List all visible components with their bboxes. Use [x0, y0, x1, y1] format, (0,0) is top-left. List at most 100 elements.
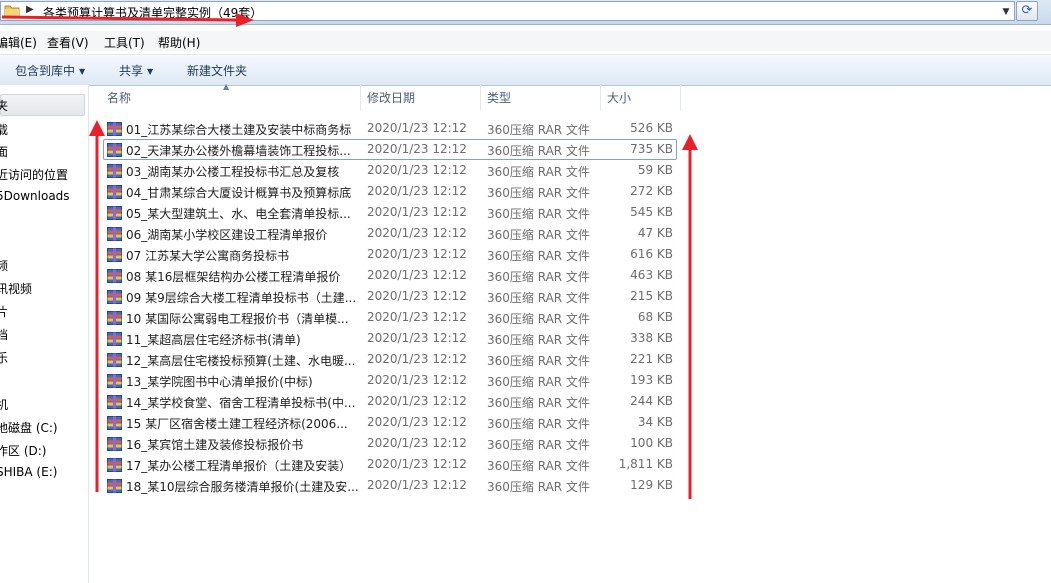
file-row[interactable]: 12_某高层住宅楼投标预算(土建、水电暖... 2020/1/23 12:12 36… [103, 349, 677, 370]
nav-item-favorites[interactable]: 夹 [0, 97, 8, 114]
file-row[interactable]: 13_某学院图书中心清单报价(中标) 2020/1/23 12:12 360压缩 R… [103, 370, 677, 391]
rar-archive-icon [107, 227, 122, 241]
include-in-library-button[interactable]: 包含到库中 ▼ [15, 62, 85, 79]
file-modified-date: 2020/1/23 12:12 [367, 289, 467, 303]
rar-archive-icon [107, 311, 122, 325]
chevron-down-icon: ▼ [147, 67, 154, 76]
file-modified-date: 2020/1/23 12:12 [367, 457, 467, 471]
file-row[interactable]: 18_某10层综合服务楼清单报价(土建及安... 2020/1/23 12:12 3… [103, 475, 677, 496]
file-name: 14_某学校食堂、宿舍工程清单投标书(中... [126, 396, 356, 410]
file-name: 15 某厂区宿舍楼土建工程经济标(2006... [126, 417, 348, 431]
file-modified-date: 2020/1/23 12:12 [367, 184, 467, 198]
menu-bar: 编辑(E) 查看(V) 工具(T) 帮助(H) [0, 31, 1051, 51]
file-size: 338 KB [630, 331, 673, 345]
file-row[interactable]: 16_某宾馆土建及装修投标报价书 2020/1/23 12:12 360压缩 RAR… [103, 433, 677, 454]
menu-view[interactable]: 查看(V) [47, 34, 89, 51]
file-row[interactable]: 17_某办公楼工程清单报价（土建及安装） 2020/1/23 12:12 360压缩… [103, 454, 677, 475]
rar-archive-icon [107, 185, 122, 199]
menu-tools[interactable]: 工具(T) [104, 34, 145, 51]
breadcrumb-arrow-icon[interactable]: ▶ [26, 4, 34, 15]
rar-archive-icon [107, 458, 122, 472]
navigation-pane: 夹 载 面 近访问的位置 5Downloads 频 讯视频 片 档 乐 机 地磁… [0, 85, 89, 583]
file-modified-date: 2020/1/23 12:12 [367, 478, 467, 492]
address-box[interactable]: ▶ 各类预算计算书及清单完整实例（49套） ▼ [0, 1, 1015, 21]
file-row[interactable]: 05_某大型建筑土、水、电全套清单投标... 2020/1/23 12:12 360… [103, 202, 677, 223]
file-row[interactable]: 04_甘肃某综合大厦设计概算书及预算标底 2020/1/23 12:12 360压缩… [103, 181, 677, 202]
file-type: 360压缩 RAR 文件 [487, 228, 590, 242]
column-header-type[interactable]: 类型 [481, 85, 601, 111]
nav-item-documents[interactable]: 档 [0, 326, 8, 343]
nav-item-drive-e[interactable]: SHIBA (E:) [0, 465, 57, 479]
column-header-size[interactable]: 大小 [601, 85, 681, 111]
column-header-name[interactable]: 名称 [101, 85, 361, 111]
rar-archive-icon [107, 332, 122, 346]
file-name: 16_某宾馆土建及装修投标报价书 [126, 438, 304, 452]
file-size: 193 KB [630, 373, 673, 387]
address-dropdown-icon[interactable]: ▼ [999, 5, 1013, 19]
nav-item-recent-places[interactable]: 近访问的位置 [0, 166, 68, 183]
file-row[interactable]: 02_天津某办公楼外檐幕墙装饰工程投标... 2020/1/23 12:12 360… [103, 139, 677, 160]
file-size: 100 KB [630, 436, 673, 450]
breadcrumb-current-folder[interactable]: 各类预算计算书及清单完整实例（49套） [43, 4, 262, 21]
share-button[interactable]: 共享 ▼ [119, 62, 153, 79]
nav-item-drive-d[interactable]: 作区 (D:) [0, 442, 46, 459]
file-type: 360压缩 RAR 文件 [487, 165, 590, 179]
nav-item-360downloads[interactable]: 5Downloads [0, 189, 70, 203]
rar-archive-icon [107, 290, 122, 304]
file-modified-date: 2020/1/23 12:12 [367, 373, 467, 387]
file-size: 735 KB [630, 142, 673, 156]
nav-item-videos[interactable]: 频 [0, 257, 8, 274]
file-type: 360压缩 RAR 文件 [487, 312, 590, 326]
file-row[interactable]: 10 某国际公寓弱电工程报价书（清单模... 2020/1/23 12:12 360… [103, 307, 677, 328]
file-type: 360压缩 RAR 文件 [487, 144, 590, 158]
file-row[interactable]: 09 某9层综合大楼工程清单投标书（土建... 2020/1/23 12:12 36… [103, 286, 677, 307]
nav-item-music[interactable]: 乐 [0, 349, 8, 366]
file-name: 04_甘肃某综合大厦设计概算书及预算标底 [126, 186, 352, 200]
file-row[interactable]: 03_湖南某办公楼工程投标书汇总及复核 2020/1/23 12:12 360压缩 … [103, 160, 677, 181]
address-bar: ▶ 各类预算计算书及清单完整实例（49套） ▼ ⟳ [0, 0, 1051, 25]
file-name: 13_某学院图书中心清单报价(中标) [126, 375, 313, 389]
file-type: 360压缩 RAR 文件 [487, 291, 590, 305]
file-modified-date: 2020/1/23 12:12 [367, 310, 467, 324]
rar-archive-icon [107, 395, 122, 409]
file-size: 545 KB [630, 205, 673, 219]
file-name: 12_某高层住宅楼投标预算(土建、水电暖... [126, 354, 356, 368]
rar-archive-icon [107, 164, 122, 178]
file-type: 360压缩 RAR 文件 [487, 123, 590, 137]
file-size: 616 KB [630, 247, 673, 261]
new-folder-button[interactable]: 新建文件夹 [187, 62, 247, 79]
file-name: 06_湖南某小学校区建设工程清单报价 [126, 228, 328, 242]
file-type: 360压缩 RAR 文件 [487, 459, 590, 473]
nav-item-downloads[interactable]: 载 [0, 121, 8, 138]
file-modified-date: 2020/1/23 12:12 [367, 142, 467, 156]
file-row[interactable]: 06_湖南某小学校区建设工程清单报价 2020/1/23 12:12 360压缩 R… [103, 223, 677, 244]
file-row[interactable]: 14_某学校食堂、宿舍工程清单投标书(中... 2020/1/23 12:12 36… [103, 391, 677, 412]
file-row[interactable]: 08 某16层框架结构办公楼工程清单报价 2020/1/23 12:12 360压缩… [103, 265, 677, 286]
file-row[interactable]: 15 某厂区宿舍楼土建工程经济标(2006... 2020/1/23 12:12 3… [103, 412, 677, 433]
menu-edit[interactable]: 编辑(E) [0, 34, 37, 51]
file-type: 360压缩 RAR 文件 [487, 333, 590, 347]
rar-archive-icon [107, 269, 122, 283]
chevron-down-icon: ▼ [79, 67, 86, 76]
nav-item-pictures[interactable]: 片 [0, 303, 8, 320]
file-name: 17_某办公楼工程清单报价（土建及安装） [126, 459, 352, 473]
column-header-date[interactable]: 修改日期 [361, 85, 481, 111]
refresh-button[interactable]: ⟳ [1016, 1, 1038, 21]
file-row[interactable]: 07 江苏某大学公寓商务投标书 2020/1/23 12:12 360压缩 RAR … [103, 244, 677, 265]
file-modified-date: 2020/1/23 12:12 [367, 205, 467, 219]
file-modified-date: 2020/1/23 12:12 [367, 163, 467, 177]
file-name: 08 某16层框架结构办公楼工程清单报价 [126, 270, 341, 284]
file-name: 03_湖南某办公楼工程投标书汇总及复核 [126, 165, 340, 179]
file-size: 272 KB [630, 184, 673, 198]
menu-help[interactable]: 帮助(H) [158, 34, 200, 51]
file-row[interactable]: 01_江苏某综合大楼土建及安装中标商务标 2020/1/23 12:12 360压缩… [103, 118, 677, 139]
file-modified-date: 2020/1/23 12:12 [367, 436, 467, 450]
nav-item-desktop[interactable]: 面 [0, 143, 8, 160]
nav-item-computer[interactable]: 机 [0, 396, 8, 413]
nav-item-tencent-video[interactable]: 讯视频 [0, 280, 32, 297]
file-modified-date: 2020/1/23 12:12 [367, 247, 467, 261]
rar-archive-icon [107, 479, 122, 493]
file-name: 18_某10层综合服务楼清单报价(土建及安... [126, 480, 358, 494]
file-row[interactable]: 11_某超高层住宅经济标书(清单) 2020/1/23 12:12 360压缩 RA… [103, 328, 677, 349]
nav-item-drive-c[interactable]: 地磁盘 (C:) [0, 419, 58, 436]
